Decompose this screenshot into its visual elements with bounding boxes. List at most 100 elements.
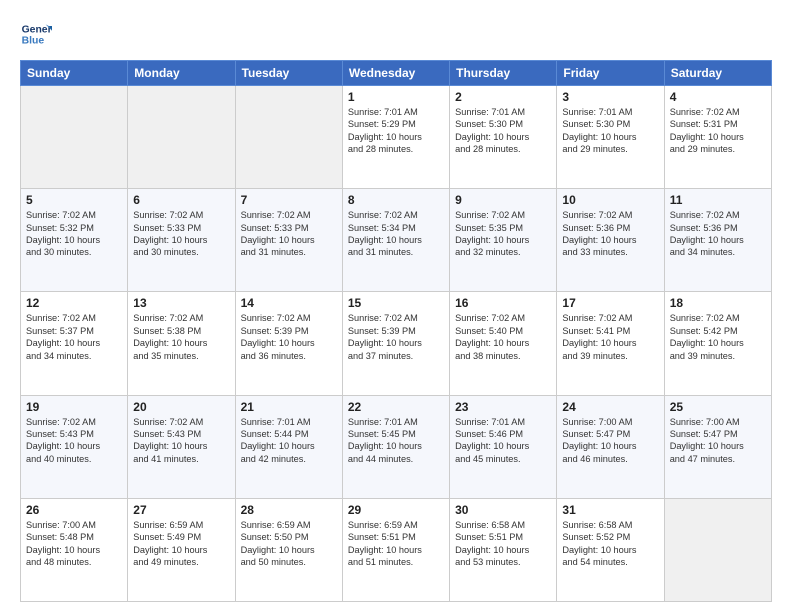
day-cell: 29 Sunrise: 6:59 AM Sunset: 5:51 PM Dayli… bbox=[342, 498, 449, 601]
day-number: 13 bbox=[133, 296, 229, 310]
day-number: 3 bbox=[562, 90, 658, 104]
day-cell: 27 Sunrise: 6:59 AM Sunset: 5:49 PM Dayli… bbox=[128, 498, 235, 601]
day-info: Sunrise: 7:02 AM Sunset: 5:36 PM Dayligh… bbox=[562, 209, 658, 259]
day-cell: 28 Sunrise: 6:59 AM Sunset: 5:50 PM Dayli… bbox=[235, 498, 342, 601]
day-info: Sunrise: 7:02 AM Sunset: 5:43 PM Dayligh… bbox=[133, 416, 229, 466]
day-cell: 13 Sunrise: 7:02 AM Sunset: 5:38 PM Dayli… bbox=[128, 292, 235, 395]
day-cell: 10 Sunrise: 7:02 AM Sunset: 5:36 PM Dayli… bbox=[557, 189, 664, 292]
day-number: 22 bbox=[348, 400, 444, 414]
day-number: 17 bbox=[562, 296, 658, 310]
day-cell: 30 Sunrise: 6:58 AM Sunset: 5:51 PM Dayli… bbox=[450, 498, 557, 601]
day-cell bbox=[21, 86, 128, 189]
week-row-4: 19Sunrise: 7:02 AM Sunset: 5:43 PM Dayli… bbox=[21, 395, 772, 498]
day-cell: 5 Sunrise: 7:02 AM Sunset: 5:32 PM Daylig… bbox=[21, 189, 128, 292]
day-number: 12 bbox=[26, 296, 122, 310]
page: General Blue SundayMondayTuesdayWednesda… bbox=[0, 0, 792, 612]
day-cell: 7 Sunrise: 7:02 AM Sunset: 5:33 PM Daylig… bbox=[235, 189, 342, 292]
day-info: Sunrise: 7:01 AM Sunset: 5:44 PM Dayligh… bbox=[241, 416, 337, 466]
day-cell bbox=[128, 86, 235, 189]
day-cell: 4Sunrise: 7:02 AM Sunset: 5:31 PM Daylig… bbox=[664, 86, 771, 189]
day-info: Sunrise: 7:02 AM Sunset: 5:40 PM Dayligh… bbox=[455, 312, 551, 362]
day-number: 25 bbox=[670, 400, 766, 414]
day-info: Sunrise: 7:02 AM Sunset: 5:39 PM Dayligh… bbox=[348, 312, 444, 362]
day-info: Sunrise: 7:01 AM Sunset: 5:45 PM Dayligh… bbox=[348, 416, 444, 466]
day-cell: 17 Sunrise: 7:02 AM Sunset: 5:41 PM Dayli… bbox=[557, 292, 664, 395]
day-info: Sunrise: 6:59 AM Sunset: 5:49 PM Dayligh… bbox=[133, 519, 229, 569]
day-info: Sunrise: 7:02 AM Sunset: 5:35 PM Dayligh… bbox=[455, 209, 551, 259]
day-cell bbox=[235, 86, 342, 189]
day-number: 28 bbox=[241, 503, 337, 517]
day-number: 23 bbox=[455, 400, 551, 414]
day-info: Sunrise: 7:01 AM Sunset: 5:30 PM Dayligh… bbox=[562, 106, 658, 156]
day-number: 5 bbox=[26, 193, 122, 207]
day-cell: 6 Sunrise: 7:02 AM Sunset: 5:33 PM Daylig… bbox=[128, 189, 235, 292]
day-info: Sunrise: 7:02 AM Sunset: 5:41 PM Dayligh… bbox=[562, 312, 658, 362]
day-cell bbox=[664, 498, 771, 601]
day-info: Sunrise: 7:01 AM Sunset: 5:46 PM Dayligh… bbox=[455, 416, 551, 466]
day-cell: 1 Sunrise: 7:01 AM Sunset: 5:29 PM Daylig… bbox=[342, 86, 449, 189]
day-number: 31 bbox=[562, 503, 658, 517]
day-number: 15 bbox=[348, 296, 444, 310]
day-cell: 2 Sunrise: 7:01 AM Sunset: 5:30 PM Daylig… bbox=[450, 86, 557, 189]
weekday-header-row: SundayMondayTuesdayWednesdayThursdayFrid… bbox=[21, 61, 772, 86]
day-info: Sunrise: 7:02 AM Sunset: 5:38 PM Dayligh… bbox=[133, 312, 229, 362]
day-number: 16 bbox=[455, 296, 551, 310]
day-info: Sunrise: 7:00 AM Sunset: 5:47 PM Dayligh… bbox=[670, 416, 766, 466]
day-number: 29 bbox=[348, 503, 444, 517]
weekday-saturday: Saturday bbox=[664, 61, 771, 86]
day-cell: 20 Sunrise: 7:02 AM Sunset: 5:43 PM Dayli… bbox=[128, 395, 235, 498]
day-cell: 3 Sunrise: 7:01 AM Sunset: 5:30 PM Daylig… bbox=[557, 86, 664, 189]
day-info: Sunrise: 7:02 AM Sunset: 5:43 PM Dayligh… bbox=[26, 416, 122, 466]
day-cell: 15 Sunrise: 7:02 AM Sunset: 5:39 PM Dayli… bbox=[342, 292, 449, 395]
day-cell: 26Sunrise: 7:00 AM Sunset: 5:48 PM Dayli… bbox=[21, 498, 128, 601]
day-info: Sunrise: 7:02 AM Sunset: 5:31 PM Dayligh… bbox=[670, 106, 766, 156]
day-number: 20 bbox=[133, 400, 229, 414]
week-row-3: 12 Sunrise: 7:02 AM Sunset: 5:37 PM Dayli… bbox=[21, 292, 772, 395]
calendar-table: SundayMondayTuesdayWednesdayThursdayFrid… bbox=[20, 60, 772, 602]
day-number: 24 bbox=[562, 400, 658, 414]
general-blue-icon: General Blue bbox=[20, 18, 52, 50]
day-info: Sunrise: 7:01 AM Sunset: 5:29 PM Dayligh… bbox=[348, 106, 444, 156]
day-info: Sunrise: 7:02 AM Sunset: 5:33 PM Dayligh… bbox=[133, 209, 229, 259]
day-info: Sunrise: 7:01 AM Sunset: 5:30 PM Dayligh… bbox=[455, 106, 551, 156]
day-cell: 11 Sunrise: 7:02 AM Sunset: 5:36 PM Dayli… bbox=[664, 189, 771, 292]
day-number: 6 bbox=[133, 193, 229, 207]
day-cell: 16 Sunrise: 7:02 AM Sunset: 5:40 PM Dayli… bbox=[450, 292, 557, 395]
week-row-1: 1 Sunrise: 7:01 AM Sunset: 5:29 PM Daylig… bbox=[21, 86, 772, 189]
day-cell: 18Sunrise: 7:02 AM Sunset: 5:42 PM Dayli… bbox=[664, 292, 771, 395]
day-info: Sunrise: 6:58 AM Sunset: 5:51 PM Dayligh… bbox=[455, 519, 551, 569]
header: General Blue bbox=[20, 18, 772, 50]
day-number: 26 bbox=[26, 503, 122, 517]
day-cell: 9 Sunrise: 7:02 AM Sunset: 5:35 PM Daylig… bbox=[450, 189, 557, 292]
day-number: 1 bbox=[348, 90, 444, 104]
logo: General Blue bbox=[20, 18, 56, 50]
day-info: Sunrise: 6:58 AM Sunset: 5:52 PM Dayligh… bbox=[562, 519, 658, 569]
day-number: 21 bbox=[241, 400, 337, 414]
day-cell: 14Sunrise: 7:02 AM Sunset: 5:39 PM Dayli… bbox=[235, 292, 342, 395]
day-info: Sunrise: 7:02 AM Sunset: 5:39 PM Dayligh… bbox=[241, 312, 337, 362]
day-info: Sunrise: 7:02 AM Sunset: 5:32 PM Dayligh… bbox=[26, 209, 122, 259]
day-cell: 24 Sunrise: 7:00 AM Sunset: 5:47 PM Dayli… bbox=[557, 395, 664, 498]
day-cell: 21 Sunrise: 7:01 AM Sunset: 5:44 PM Dayli… bbox=[235, 395, 342, 498]
day-number: 8 bbox=[348, 193, 444, 207]
day-number: 27 bbox=[133, 503, 229, 517]
day-number: 7 bbox=[241, 193, 337, 207]
day-number: 10 bbox=[562, 193, 658, 207]
day-cell: 19Sunrise: 7:02 AM Sunset: 5:43 PM Dayli… bbox=[21, 395, 128, 498]
day-info: Sunrise: 7:02 AM Sunset: 5:36 PM Dayligh… bbox=[670, 209, 766, 259]
day-number: 11 bbox=[670, 193, 766, 207]
day-number: 30 bbox=[455, 503, 551, 517]
weekday-monday: Monday bbox=[128, 61, 235, 86]
day-cell: 12 Sunrise: 7:02 AM Sunset: 5:37 PM Dayli… bbox=[21, 292, 128, 395]
day-info: Sunrise: 7:02 AM Sunset: 5:37 PM Dayligh… bbox=[26, 312, 122, 362]
day-info: Sunrise: 7:02 AM Sunset: 5:33 PM Dayligh… bbox=[241, 209, 337, 259]
week-row-2: 5 Sunrise: 7:02 AM Sunset: 5:32 PM Daylig… bbox=[21, 189, 772, 292]
day-info: Sunrise: 7:00 AM Sunset: 5:47 PM Dayligh… bbox=[562, 416, 658, 466]
day-info: Sunrise: 7:02 AM Sunset: 5:42 PM Dayligh… bbox=[670, 312, 766, 362]
day-number: 9 bbox=[455, 193, 551, 207]
day-number: 2 bbox=[455, 90, 551, 104]
day-info: Sunrise: 6:59 AM Sunset: 5:51 PM Dayligh… bbox=[348, 519, 444, 569]
weekday-tuesday: Tuesday bbox=[235, 61, 342, 86]
day-info: Sunrise: 6:59 AM Sunset: 5:50 PM Dayligh… bbox=[241, 519, 337, 569]
weekday-sunday: Sunday bbox=[21, 61, 128, 86]
